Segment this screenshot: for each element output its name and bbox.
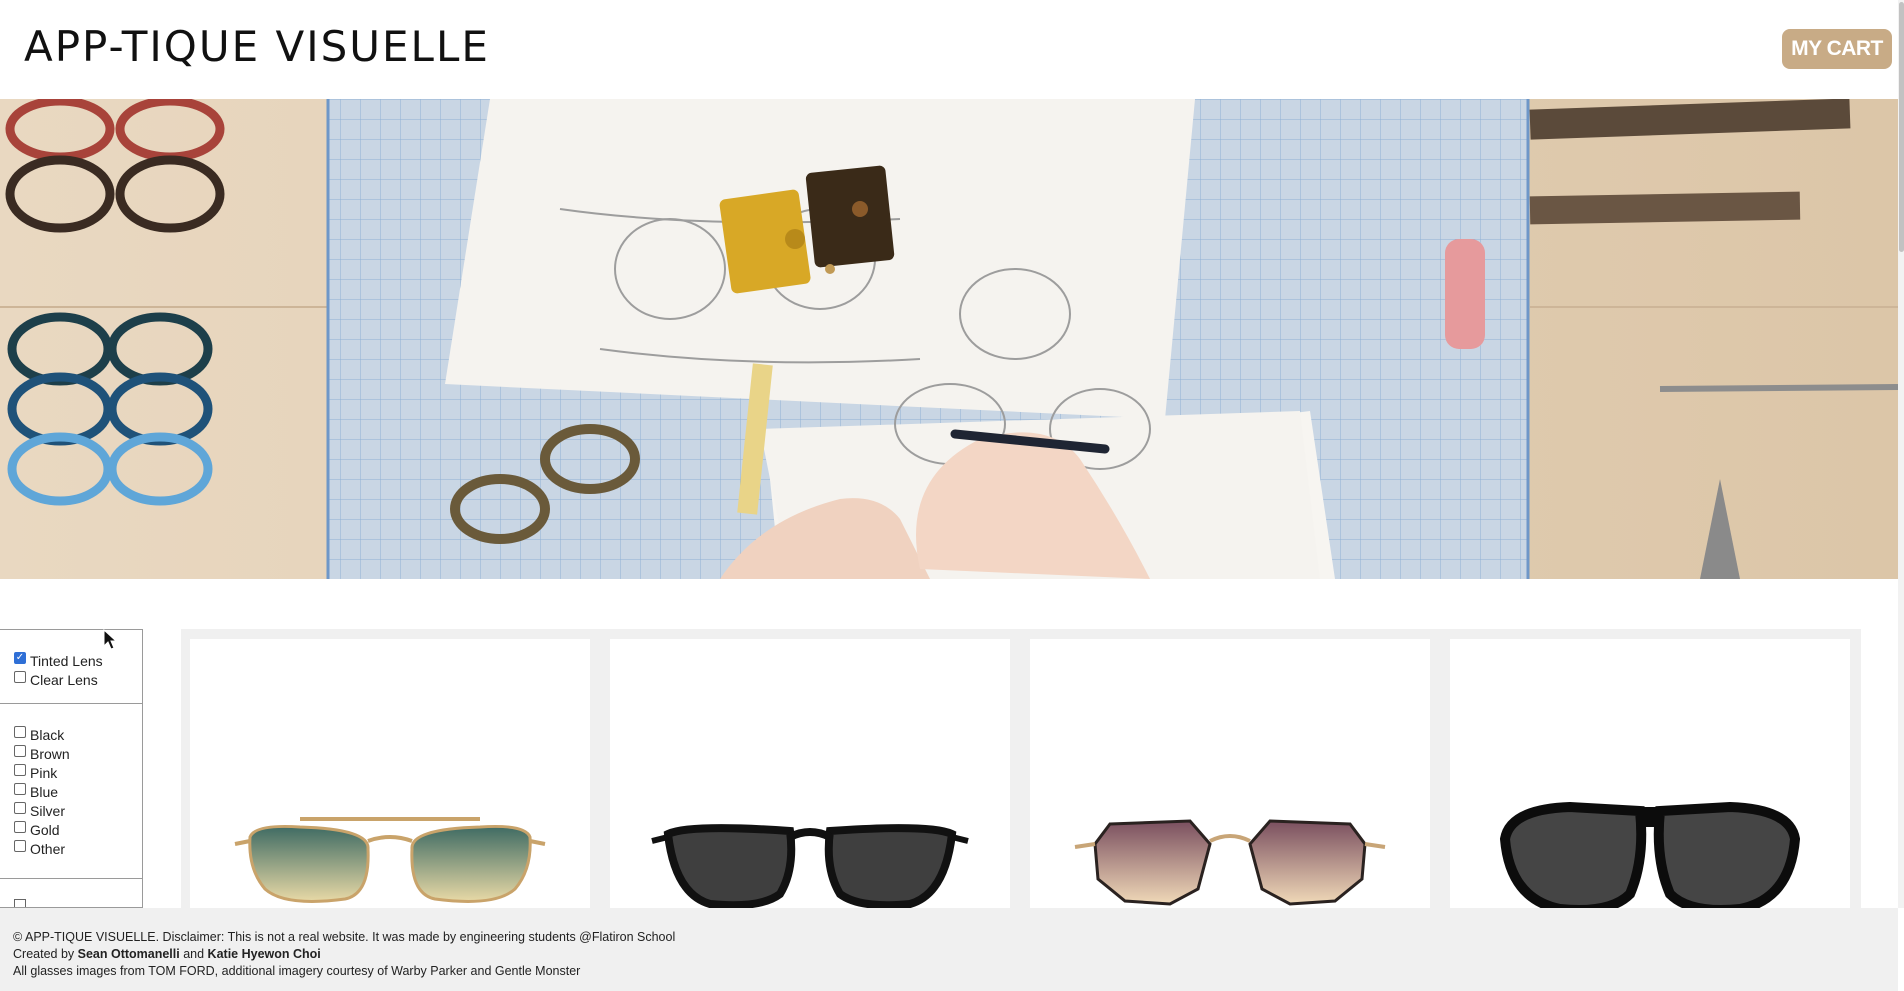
- scrollbar-thumb[interactable]: [1899, 2, 1904, 252]
- hexagon-sunglasses-icon: [1074, 819, 1386, 906]
- filter-option-label: Gold: [30, 821, 60, 838]
- filter-option-label: Black: [30, 726, 65, 743]
- footer-credits: Created by Sean Ottomanelli and Katie Hy…: [13, 946, 1898, 963]
- checkbox[interactable]: [14, 671, 26, 683]
- aviator-sunglasses-icon: [234, 817, 546, 903]
- footer-disclaimer: © APP-TIQUE VISUELLE. Disclaimer: This i…: [13, 930, 676, 944]
- checkbox[interactable]: [14, 802, 26, 814]
- pilot-sunglasses-icon: [651, 824, 969, 908]
- filter-option-label: Pink: [30, 764, 58, 781]
- filter-option-tinted-lens[interactable]: Tinted Lens: [14, 651, 142, 670]
- filter-option-brown[interactable]: Brown: [14, 744, 142, 763]
- site-logo[interactable]: APP-TIQUE VISUELLE: [24, 22, 490, 71]
- product-card[interactable]: [1030, 639, 1430, 908]
- hero-banner-image: [0, 99, 1898, 579]
- next-filter-group: [0, 879, 142, 907]
- shield-sunglasses-icon: [1499, 801, 1801, 908]
- filter-option-label: Other: [30, 840, 66, 857]
- checkbox[interactable]: [14, 652, 26, 664]
- checkbox[interactable]: [14, 726, 26, 738]
- footer-author-1: Sean Ottomanelli: [77, 947, 180, 961]
- filter-option-pink[interactable]: Pink: [14, 763, 142, 782]
- site-footer: © APP-TIQUE VISUELLE. Disclaimer: This i…: [0, 908, 1898, 991]
- checkbox[interactable]: [14, 821, 26, 833]
- filter-option-black[interactable]: Black: [14, 725, 142, 744]
- filter-option-label: Tinted Lens: [30, 652, 103, 669]
- checkbox[interactable]: [14, 764, 26, 776]
- footer-created-prefix: Created by: [13, 947, 78, 961]
- checkbox[interactable]: [14, 840, 26, 852]
- product-card[interactable]: [610, 639, 1010, 908]
- checkbox[interactable]: [14, 745, 26, 757]
- checkbox[interactable]: [14, 783, 26, 795]
- filter-option-blue[interactable]: Blue: [14, 782, 142, 801]
- product-card[interactable]: [190, 639, 590, 908]
- mouse-cursor-icon: [103, 629, 117, 650]
- filter-sidebar: Tinted Lens Clear Lens Black Brown Pink Blue…: [0, 629, 143, 908]
- filter-option-other[interactable]: Other: [14, 839, 142, 858]
- filter-option-label: Clear Lens: [30, 671, 98, 688]
- filter-option-silver[interactable]: Silver: [14, 801, 142, 820]
- color-filter-group: Black Brown Pink Blue Silver Gold Other: [0, 704, 142, 879]
- page: APP-TIQUE VISUELLE MY CART ✓ Tinted Lens…: [0, 0, 1904, 991]
- product-grid: [181, 629, 1861, 908]
- my-cart-button[interactable]: MY CART: [1782, 29, 1892, 69]
- filter-option-label: Brown: [30, 745, 70, 762]
- partial-checkbox[interactable]: [14, 899, 26, 907]
- product-card[interactable]: [1450, 639, 1850, 908]
- filter-option-clear-lens[interactable]: Clear Lens: [14, 670, 142, 689]
- lens-filter-group: Tinted Lens Clear Lens: [0, 630, 142, 704]
- page-scrollbar[interactable]: [1898, 0, 1904, 908]
- footer-image-credits: All glasses images from TOM FORD, additi…: [13, 964, 581, 978]
- footer-and: and: [179, 947, 208, 961]
- filter-option-label: Silver: [30, 802, 66, 819]
- footer-author-2: Katie Hyewon Choi: [207, 947, 321, 961]
- filter-option-gold[interactable]: Gold: [14, 820, 142, 839]
- filter-option-label: Blue: [30, 783, 59, 800]
- site-header: APP-TIQUE VISUELLE MY CART: [0, 0, 1898, 99]
